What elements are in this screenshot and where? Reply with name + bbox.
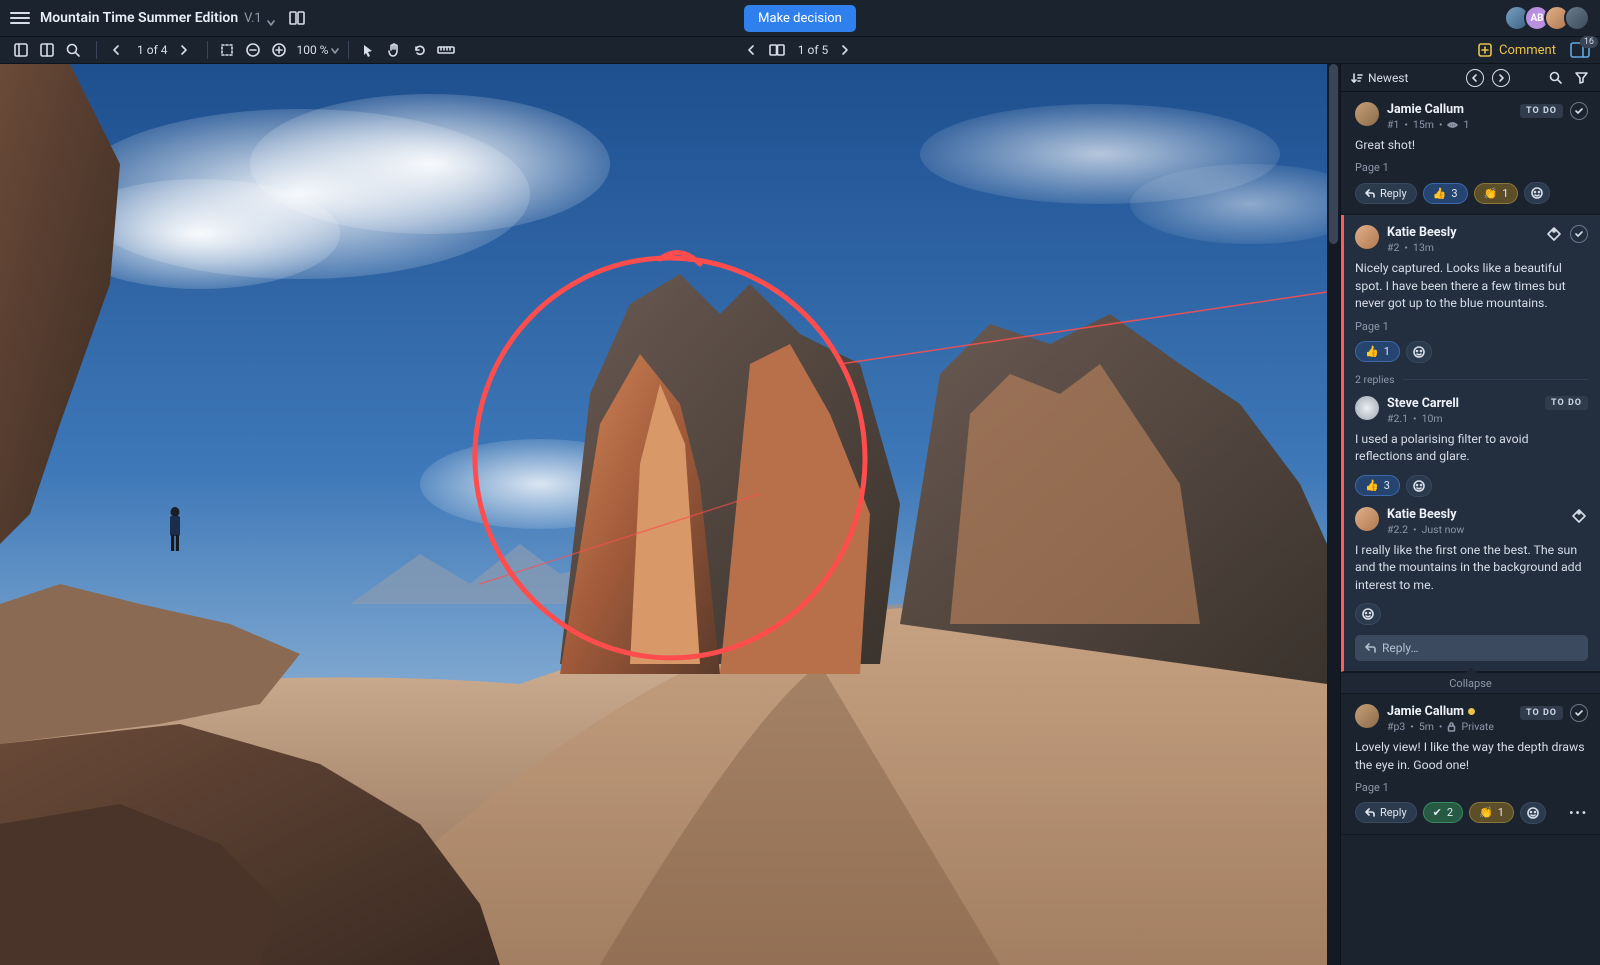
reaction-pill[interactable]: 👏 1 xyxy=(1474,183,1519,204)
spread-icon xyxy=(766,39,788,61)
reaction-pill[interactable]: 👏 1 xyxy=(1469,802,1514,823)
chevron-down-icon[interactable] xyxy=(330,45,340,55)
top-bar: Mountain Time Summer Edition V.1 Make de… xyxy=(0,0,1600,37)
status-badge[interactable]: TO DO xyxy=(1520,706,1563,720)
add-reaction-icon[interactable] xyxy=(1524,182,1550,204)
vertical-scrollbar[interactable] xyxy=(1327,64,1340,965)
menu-icon[interactable] xyxy=(10,8,30,28)
avatar xyxy=(1355,102,1379,126)
add-reaction-icon[interactable] xyxy=(1406,475,1432,497)
mountain-photo xyxy=(0,64,1327,965)
prev-spread-icon[interactable] xyxy=(740,39,762,61)
pointer-icon[interactable] xyxy=(357,39,379,61)
comment-meta: #2.2•Just now xyxy=(1387,523,1464,536)
status-badge[interactable]: TO DO xyxy=(1545,396,1588,410)
comment-text: I really like the first one the best. Th… xyxy=(1355,543,1588,595)
make-decision-button[interactable]: Make decision xyxy=(744,5,856,32)
spread-indicator: 1 of 5 xyxy=(798,43,828,57)
avatar xyxy=(1355,225,1379,249)
panel-split-icon[interactable] xyxy=(36,39,58,61)
comment-meta: #2.1•10m xyxy=(1387,412,1459,425)
resolve-icon[interactable] xyxy=(1570,102,1588,120)
comment-author: Steve Carrell xyxy=(1387,396,1459,411)
add-reaction-icon[interactable] xyxy=(1520,802,1546,824)
search-icon[interactable] xyxy=(62,39,84,61)
reply-placeholder: Reply… xyxy=(1382,641,1419,655)
search-icon[interactable] xyxy=(1546,69,1564,87)
replies-count: 2 replies xyxy=(1355,373,1395,386)
comment-page: Page 1 xyxy=(1355,161,1588,174)
divider xyxy=(207,41,208,59)
add-comment-button[interactable]: Comment xyxy=(1477,42,1556,58)
panel-right-toggle[interactable]: 16 xyxy=(1570,42,1590,58)
canvas-area[interactable] xyxy=(0,64,1340,965)
add-reaction-icon[interactable] xyxy=(1355,603,1381,625)
zoom-out-icon[interactable] xyxy=(242,39,264,61)
reaction-pill[interactable]: 👍 1 xyxy=(1355,341,1400,362)
next-spread-icon[interactable] xyxy=(834,39,856,61)
page-indicator: 1 of 4 xyxy=(137,43,167,57)
zoom-in-icon[interactable] xyxy=(268,39,290,61)
tag-icon[interactable] xyxy=(1570,507,1588,525)
hand-icon[interactable] xyxy=(383,39,405,61)
resolve-icon[interactable] xyxy=(1570,225,1588,243)
comments-panel: Newest Jamie Callum #1•15m• xyxy=(1340,64,1600,965)
document-title: Mountain Time Summer Edition xyxy=(40,10,238,26)
comment-card[interactable]: Jamie Callum #1•15m• 1 TO DO Great shot!… xyxy=(1341,92,1600,215)
avatar xyxy=(1355,507,1379,531)
comment-author: Jamie Callum xyxy=(1387,102,1469,117)
comment-page: Page 1 xyxy=(1355,320,1588,333)
comment-text: Nicely captured. Looks like a beautiful … xyxy=(1355,261,1588,313)
prev-page-icon[interactable] xyxy=(105,39,127,61)
ruler-icon[interactable] xyxy=(435,39,457,61)
panel-left-icon[interactable] xyxy=(10,39,32,61)
sort-label: Newest xyxy=(1368,71,1408,85)
divider xyxy=(348,41,349,59)
reply-input[interactable]: Reply… xyxy=(1355,635,1588,661)
version-label[interactable]: V.1 xyxy=(244,11,262,26)
resolve-icon[interactable] xyxy=(1570,704,1588,722)
comment-meta: #2•13m xyxy=(1387,241,1457,254)
more-icon[interactable]: ••• xyxy=(1569,806,1588,820)
comment-label: Comment xyxy=(1499,43,1556,58)
comment-text: Great shot! xyxy=(1355,138,1588,155)
comment-text: I used a polarising filter to avoid refl… xyxy=(1355,432,1588,467)
divider xyxy=(96,41,97,59)
reaction-pill[interactable]: 👍 3 xyxy=(1423,183,1468,204)
comment-author: Jamie Callum xyxy=(1387,704,1494,719)
reaction-pill[interactable]: ✔ 2 xyxy=(1423,802,1463,823)
collapse-thread-button[interactable]: Collapse xyxy=(1341,672,1600,694)
reply-button[interactable]: Reply xyxy=(1355,183,1417,204)
comment-meta: #1•15m• 1 xyxy=(1387,118,1469,131)
next-page-icon[interactable] xyxy=(173,39,195,61)
reply-button[interactable]: Reply xyxy=(1355,802,1417,823)
rotate-icon[interactable] xyxy=(409,39,431,61)
comment-author: Katie Beesly xyxy=(1387,225,1457,240)
comment-card[interactable]: Jamie Callum #p3•5m• Private TO DO Lovel… xyxy=(1341,694,1600,835)
fit-icon[interactable] xyxy=(216,39,238,61)
status-badge[interactable]: TO DO xyxy=(1520,104,1563,118)
tag-icon[interactable] xyxy=(1545,225,1563,243)
add-reaction-icon[interactable] xyxy=(1406,341,1432,363)
comment-text: Lovely view! I like the way the depth dr… xyxy=(1355,740,1588,775)
filter-icon[interactable] xyxy=(1572,69,1590,87)
avatar xyxy=(1355,704,1379,728)
comment-meta: #p3•5m• Private xyxy=(1387,720,1494,733)
zoom-level[interactable]: 100 % xyxy=(296,43,328,57)
status-dot-icon xyxy=(1468,708,1475,715)
comment-author: Katie Beesly xyxy=(1387,507,1464,522)
toolbar: 1 of 4 100 % 1 of 5 Comment 16 xyxy=(0,37,1600,64)
collaborator-avatars: AB xyxy=(1510,5,1590,31)
compare-icon[interactable] xyxy=(286,7,308,29)
sort-dropdown[interactable]: Newest xyxy=(1351,71,1408,85)
avatar[interactable] xyxy=(1564,5,1590,31)
comment-page: Page 1 xyxy=(1355,781,1588,794)
reaction-pill[interactable]: 👍 3 xyxy=(1355,475,1400,496)
avatar xyxy=(1355,396,1379,420)
next-comment-icon[interactable] xyxy=(1492,69,1510,87)
comment-count-badge: 16 xyxy=(1580,36,1598,48)
prev-comment-icon[interactable] xyxy=(1466,69,1484,87)
comment-card[interactable]: Katie Beesly #2•13m Nicely captured. Loo… xyxy=(1341,215,1600,672)
chevron-down-icon[interactable] xyxy=(266,13,276,23)
